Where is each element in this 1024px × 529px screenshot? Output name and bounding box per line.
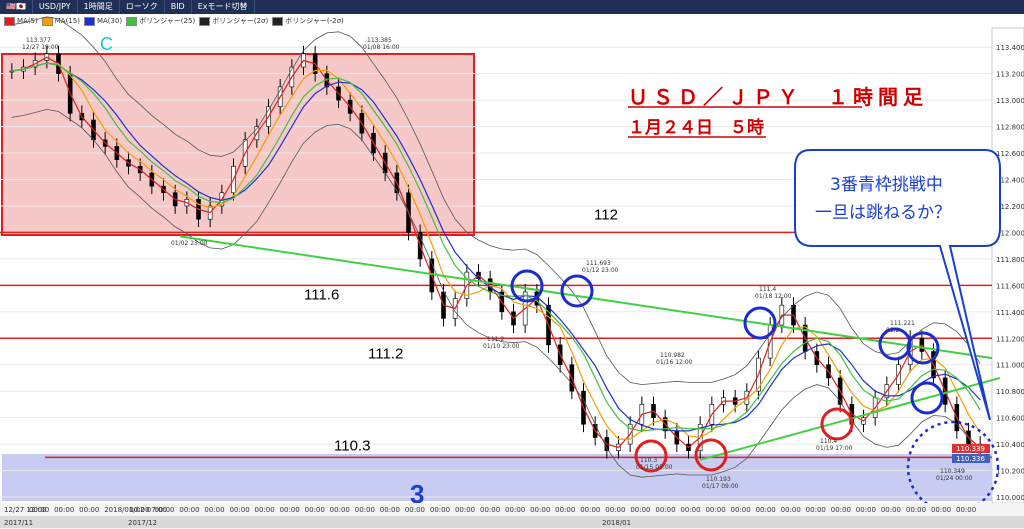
y-tick-label: 111.200 <box>996 335 1024 343</box>
x-tick-label: 00:00 <box>455 506 475 514</box>
price-note-time: 01/18 12:00 <box>755 293 792 300</box>
x-tick-label: 00:00 <box>680 506 700 514</box>
price-note-value: 110.349 <box>940 468 965 475</box>
current-price-value: 110.339 <box>956 445 985 453</box>
price-note-time: 01/10 23:00 <box>483 343 520 350</box>
chart-title-line2: １月２４日 ５時 <box>628 117 764 138</box>
x-tick-label: 00:00 <box>129 506 149 514</box>
y-tick-label: 112.800 <box>996 124 1024 132</box>
x-tick-label: 00:00 <box>705 506 725 514</box>
price-note-time: 01/02 23:00 <box>171 240 208 247</box>
x-tick-label: 00:00 <box>179 506 199 514</box>
x-tick-label: 00:00 <box>29 506 49 514</box>
price-note-value: 110.3 <box>640 457 657 464</box>
x-tick-label: 00:00 <box>781 506 801 514</box>
scrollbar-label: 2017/12 <box>128 519 157 527</box>
wave-label-c: C <box>100 34 113 54</box>
price-note-time: 01/15 03:00 <box>636 464 673 471</box>
price-chart: 113.400113.200113.000112.800112.600112.4… <box>0 16 1024 529</box>
level-label-112: 112 <box>594 206 618 223</box>
y-tick-label: 113.000 <box>996 97 1024 105</box>
trend-line-upper <box>179 235 993 360</box>
x-tick-label: 00:00 <box>731 506 751 514</box>
y-tick-label: 110.000 <box>996 494 1024 502</box>
y-tick-label: 110.400 <box>996 441 1024 449</box>
blue-highlight-box <box>2 454 992 501</box>
x-tick-label: 00:00 <box>204 506 224 514</box>
x-tick-label: 00:00 <box>630 506 650 514</box>
x-tick-label: 00:00 <box>655 506 675 514</box>
pink-highlight-box <box>1 53 475 236</box>
x-tick-label: 00:00 <box>280 506 300 514</box>
y-tick-label: 110.600 <box>996 415 1024 423</box>
chart-stage: 🇺🇸🇯🇵 USD/JPY 1時間足 ローソク BID Exモード切替 MA(5)… <box>0 0 1024 529</box>
y-tick-label: 112.600 <box>996 150 1024 158</box>
price-note-value: 113.385 <box>367 37 392 44</box>
x-tick-label: 00:00 <box>330 506 350 514</box>
x-tick-label: 00:00 <box>79 506 99 514</box>
x-tick-label: 00:00 <box>580 506 600 514</box>
x-tick-label: 00:00 <box>355 506 375 514</box>
x-tick-label: 00:00 <box>956 506 976 514</box>
price-note-time: 01/17 09:00 <box>702 483 739 490</box>
y-tick-label: 111.400 <box>996 309 1024 317</box>
x-tick-label: 00:00 <box>380 506 400 514</box>
price-note-value: 110.4 <box>820 438 837 445</box>
x-tick-label: 00:00 <box>605 506 625 514</box>
level-label-111-2: 111.2 <box>368 345 403 362</box>
bubble-line2: 一旦は跳ねるか？ <box>815 203 951 223</box>
red-circle-marker <box>820 407 854 441</box>
price-note-time: 01/19 17:00 <box>816 445 853 452</box>
price-note-value: 111.2 <box>487 336 504 343</box>
price-note-time: 01/24 00:00 <box>936 475 973 482</box>
x-tick-label: 00:00 <box>756 506 776 514</box>
x-tick-label: 00:00 <box>831 506 851 514</box>
price-note-time: 01/16 12:00 <box>656 359 693 366</box>
price-note-value: 110.193 <box>706 476 731 483</box>
y-tick-label: 110.200 <box>996 468 1024 476</box>
y-tick-label: 110.800 <box>996 388 1024 396</box>
x-tick-label: 00:00 <box>530 506 550 514</box>
x-tick-label: 00:00 <box>555 506 575 514</box>
y-tick-label: 113.200 <box>996 71 1024 79</box>
x-tick-label: 00:00 <box>505 506 525 514</box>
price-note-value: 111.221 <box>890 320 915 327</box>
price-note-time: 12/27 19:00 <box>22 44 59 51</box>
x-tick-label: 00:00 <box>856 506 876 514</box>
blue-circle-marker <box>560 274 594 308</box>
price-note-value: 111.693 <box>586 260 611 267</box>
x-tick-label: 00:00 <box>405 506 425 514</box>
x-tick-label: 00:00 <box>154 506 174 514</box>
x-tick-label: 00:00 <box>906 506 926 514</box>
x-tick-label: 00:00 <box>54 506 74 514</box>
x-tick-label: 00:00 <box>480 506 500 514</box>
scrollbar-label: 2017/11 <box>4 519 33 527</box>
price-note-time: 01/12 23:00 <box>582 267 619 274</box>
y-tick-label: 111.800 <box>996 256 1024 264</box>
scrollbar-label: 2018/01 <box>602 519 631 527</box>
y-tick-label: 111.000 <box>996 362 1024 370</box>
x-tick-label: 00:00 <box>881 506 901 514</box>
y-tick-label: 111.600 <box>996 282 1024 290</box>
level-label-111-6: 111.6 <box>304 286 339 303</box>
bubble-line1: 3番青枠挑戦中 <box>830 175 943 195</box>
current-price-value-blue: 110.336 <box>956 455 985 463</box>
level-label-110-3: 110.3 <box>334 437 370 454</box>
x-tick-label: 00:00 <box>305 506 325 514</box>
price-note-value: 113.377 <box>26 37 51 44</box>
chart-title-line1: ＵＳＤ／ＪＰＹ １時間足 <box>628 85 928 109</box>
x-tick-label: 00:00 <box>806 506 826 514</box>
x-tick-label: 00:00 <box>255 506 275 514</box>
price-note-value: 110.982 <box>660 352 685 359</box>
price-note-time: 01/08 16:00 <box>363 44 400 51</box>
price-note-value: 111.4 <box>759 286 776 293</box>
y-tick-label: 113.400 <box>996 44 1024 52</box>
x-tick-label: 00:00 <box>931 506 951 514</box>
price-note-time: 01/2 <box>886 327 900 334</box>
x-tick-label: 00:00 <box>229 506 249 514</box>
x-tick-label: 00:00 <box>430 506 450 514</box>
